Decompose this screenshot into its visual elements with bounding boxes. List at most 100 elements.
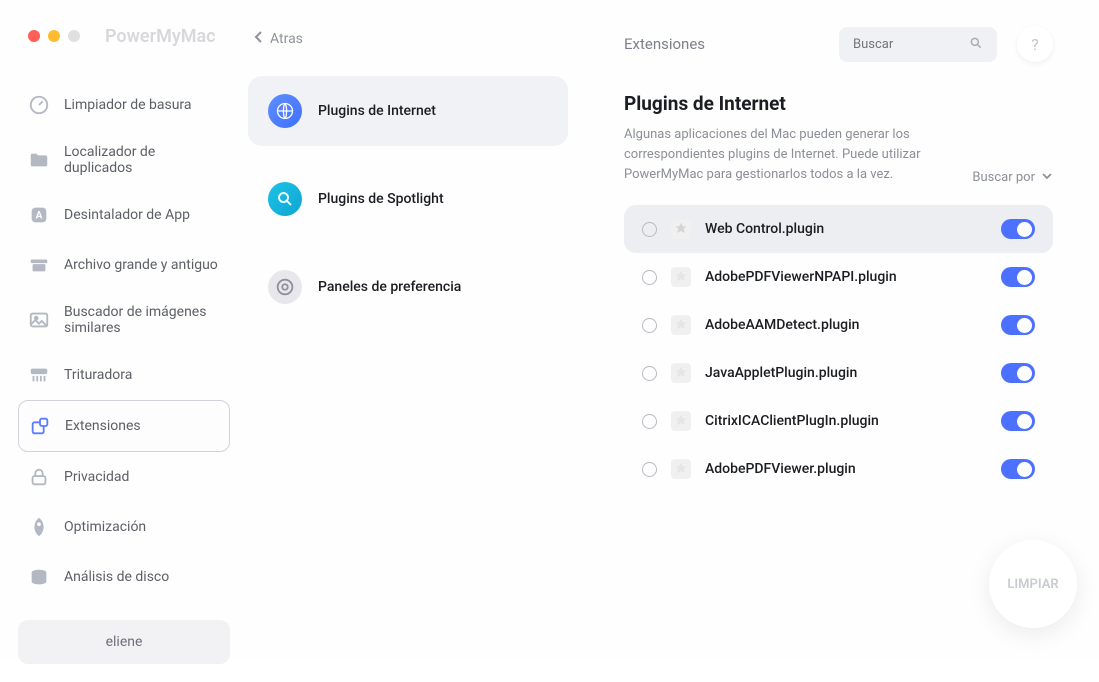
plugin-icon [671, 459, 691, 479]
chevron-left-icon [254, 30, 264, 48]
sidebar-item-extensions[interactable]: Extensiones [18, 400, 230, 452]
back-button[interactable]: Atras [248, 20, 604, 76]
plugin-toggle[interactable] [1001, 315, 1035, 335]
extensions-icon [29, 415, 51, 437]
plugin-row[interactable]: AdobePDFViewer.plugin [624, 445, 1053, 493]
sidebar-items: Limpiador de basura Localizador de dupli… [0, 80, 248, 602]
plugin-row[interactable]: JavaAppletPlugin.plugin [624, 349, 1053, 397]
plugin-select-radio[interactable] [642, 462, 657, 477]
plugin-select-radio[interactable] [642, 366, 657, 381]
search-box[interactable] [839, 27, 997, 62]
archive-icon [28, 254, 50, 276]
plugin-icon [671, 219, 691, 239]
app-icon: A [28, 204, 50, 226]
plugin-select-radio[interactable] [642, 270, 657, 285]
sidebar-item-label: Optimización [64, 519, 146, 535]
sidebar-item-shredder[interactable]: Trituradora [18, 350, 230, 400]
plugin-name: AdobePDFViewer.plugin [705, 461, 987, 477]
app-title: PowerMyMac [105, 26, 216, 47]
section-label: Extensiones [624, 35, 705, 53]
plugin-toggle[interactable] [1001, 219, 1035, 239]
plugin-icon [671, 315, 691, 335]
speedometer-icon [28, 94, 50, 116]
plugin-toggle[interactable] [1001, 411, 1035, 431]
main-header: Extensiones ? [624, 26, 1053, 62]
plugin-select-radio[interactable] [642, 318, 657, 333]
plugin-toggle[interactable] [1001, 267, 1035, 287]
plugin-name: Web Control.plugin [705, 221, 987, 237]
page-title: Plugins de Internet [624, 92, 1053, 115]
rocket-icon [28, 516, 50, 538]
category-internet-plugins[interactable]: Plugins de Internet [248, 76, 568, 146]
svg-text:A: A [36, 211, 43, 222]
plugin-icon [671, 411, 691, 431]
chevron-down-icon [1041, 170, 1053, 185]
sidebar-item-label: Análisis de disco [64, 569, 169, 585]
app-window: PowerMyMac Limpiador de basura Localizad… [0, 0, 1099, 658]
sidebar: PowerMyMac Limpiador de basura Localizad… [0, 0, 248, 658]
sidebar-item-junk-cleaner[interactable]: Limpiador de basura [18, 80, 230, 130]
plugin-toggle[interactable] [1001, 459, 1035, 479]
category-label: Plugins de Internet [318, 103, 436, 119]
plugin-icon [671, 267, 691, 287]
category-label: Plugins de Spotlight [318, 191, 444, 207]
plugin-list: Web Control.plugin AdobePDFViewerNPAPI.p… [624, 205, 1053, 493]
plugin-icon [671, 363, 691, 383]
page-description: Algunas aplicaciones del Mac pueden gene… [624, 125, 948, 185]
plugin-name: JavaAppletPlugin.plugin [705, 365, 987, 381]
sidebar-item-disk-analysis[interactable]: Análisis de disco [18, 552, 230, 602]
page-subheader: Algunas aplicaciones del Mac pueden gene… [624, 125, 1053, 185]
sidebar-item-label: Localizador de duplicados [64, 144, 220, 176]
sidebar-item-label: Desintalador de App [64, 207, 190, 223]
plugin-select-radio[interactable] [642, 414, 657, 429]
question-icon: ? [1031, 35, 1039, 54]
search-icon [268, 182, 302, 216]
main-panel: Extensiones ? Plugins de Internet Alguna… [604, 0, 1099, 658]
help-button[interactable]: ? [1017, 26, 1053, 62]
category-label: Paneles de preferencia [318, 279, 461, 295]
sidebar-item-label: Privacidad [64, 469, 129, 485]
sidebar-footer: eliene [0, 602, 248, 682]
sidebar-item-large-old-files[interactable]: Archivo grande y antiguo [18, 240, 230, 290]
category-list: Plugins de Internet Plugins de Spotlight… [248, 76, 604, 322]
back-label: Atras [270, 31, 303, 47]
sidebar-item-label: Trituradora [64, 367, 132, 383]
clean-label: LIMPIAR [1007, 577, 1058, 592]
sidebar-item-privacy[interactable]: Privacidad [18, 452, 230, 502]
sidebar-item-optimization[interactable]: Optimización [18, 502, 230, 552]
image-icon [28, 309, 50, 331]
category-spotlight-plugins[interactable]: Plugins de Spotlight [248, 164, 568, 234]
search-input[interactable] [853, 37, 953, 52]
disk-icon [28, 566, 50, 588]
category-panel: Atras Plugins de Internet Plugins de Spo… [248, 0, 604, 658]
user-badge[interactable]: eliene [18, 620, 230, 664]
plugin-row[interactable]: AdobeAAMDetect.plugin [624, 301, 1053, 349]
folder-icon [28, 149, 50, 171]
clean-button[interactable]: LIMPIAR [989, 540, 1077, 628]
window-controls [28, 30, 80, 42]
minimize-window-button[interactable] [48, 30, 60, 42]
sidebar-item-label: Limpiador de basura [64, 97, 192, 113]
search-icon [969, 35, 983, 54]
gear-icon [268, 270, 302, 304]
shredder-icon [28, 364, 50, 386]
sort-label: Buscar por [972, 170, 1035, 185]
sort-by-button[interactable]: Buscar por [972, 170, 1053, 185]
sidebar-item-app-uninstaller[interactable]: A Desintalador de App [18, 190, 230, 240]
lock-icon [28, 466, 50, 488]
sidebar-item-label: Extensiones [65, 418, 141, 434]
plugin-row[interactable]: Web Control.plugin [624, 205, 1053, 253]
close-window-button[interactable] [28, 30, 40, 42]
plugin-row[interactable]: CitrixICAClientPlugIn.plugin [624, 397, 1053, 445]
plugin-select-radio[interactable] [642, 222, 657, 237]
sidebar-item-duplicate-finder[interactable]: Localizador de duplicados [18, 130, 230, 190]
sidebar-item-similar-images[interactable]: Buscador de imágenes similares [18, 290, 230, 350]
sidebar-item-label: Archivo grande y antiguo [64, 257, 218, 273]
maximize-window-button[interactable] [68, 30, 80, 42]
plugin-name: CitrixICAClientPlugIn.plugin [705, 413, 987, 429]
plugin-name: AdobeAAMDetect.plugin [705, 317, 987, 333]
plugin-toggle[interactable] [1001, 363, 1035, 383]
category-preference-panes[interactable]: Paneles de preferencia [248, 252, 568, 322]
globe-icon [268, 94, 302, 128]
plugin-row[interactable]: AdobePDFViewerNPAPI.plugin [624, 253, 1053, 301]
